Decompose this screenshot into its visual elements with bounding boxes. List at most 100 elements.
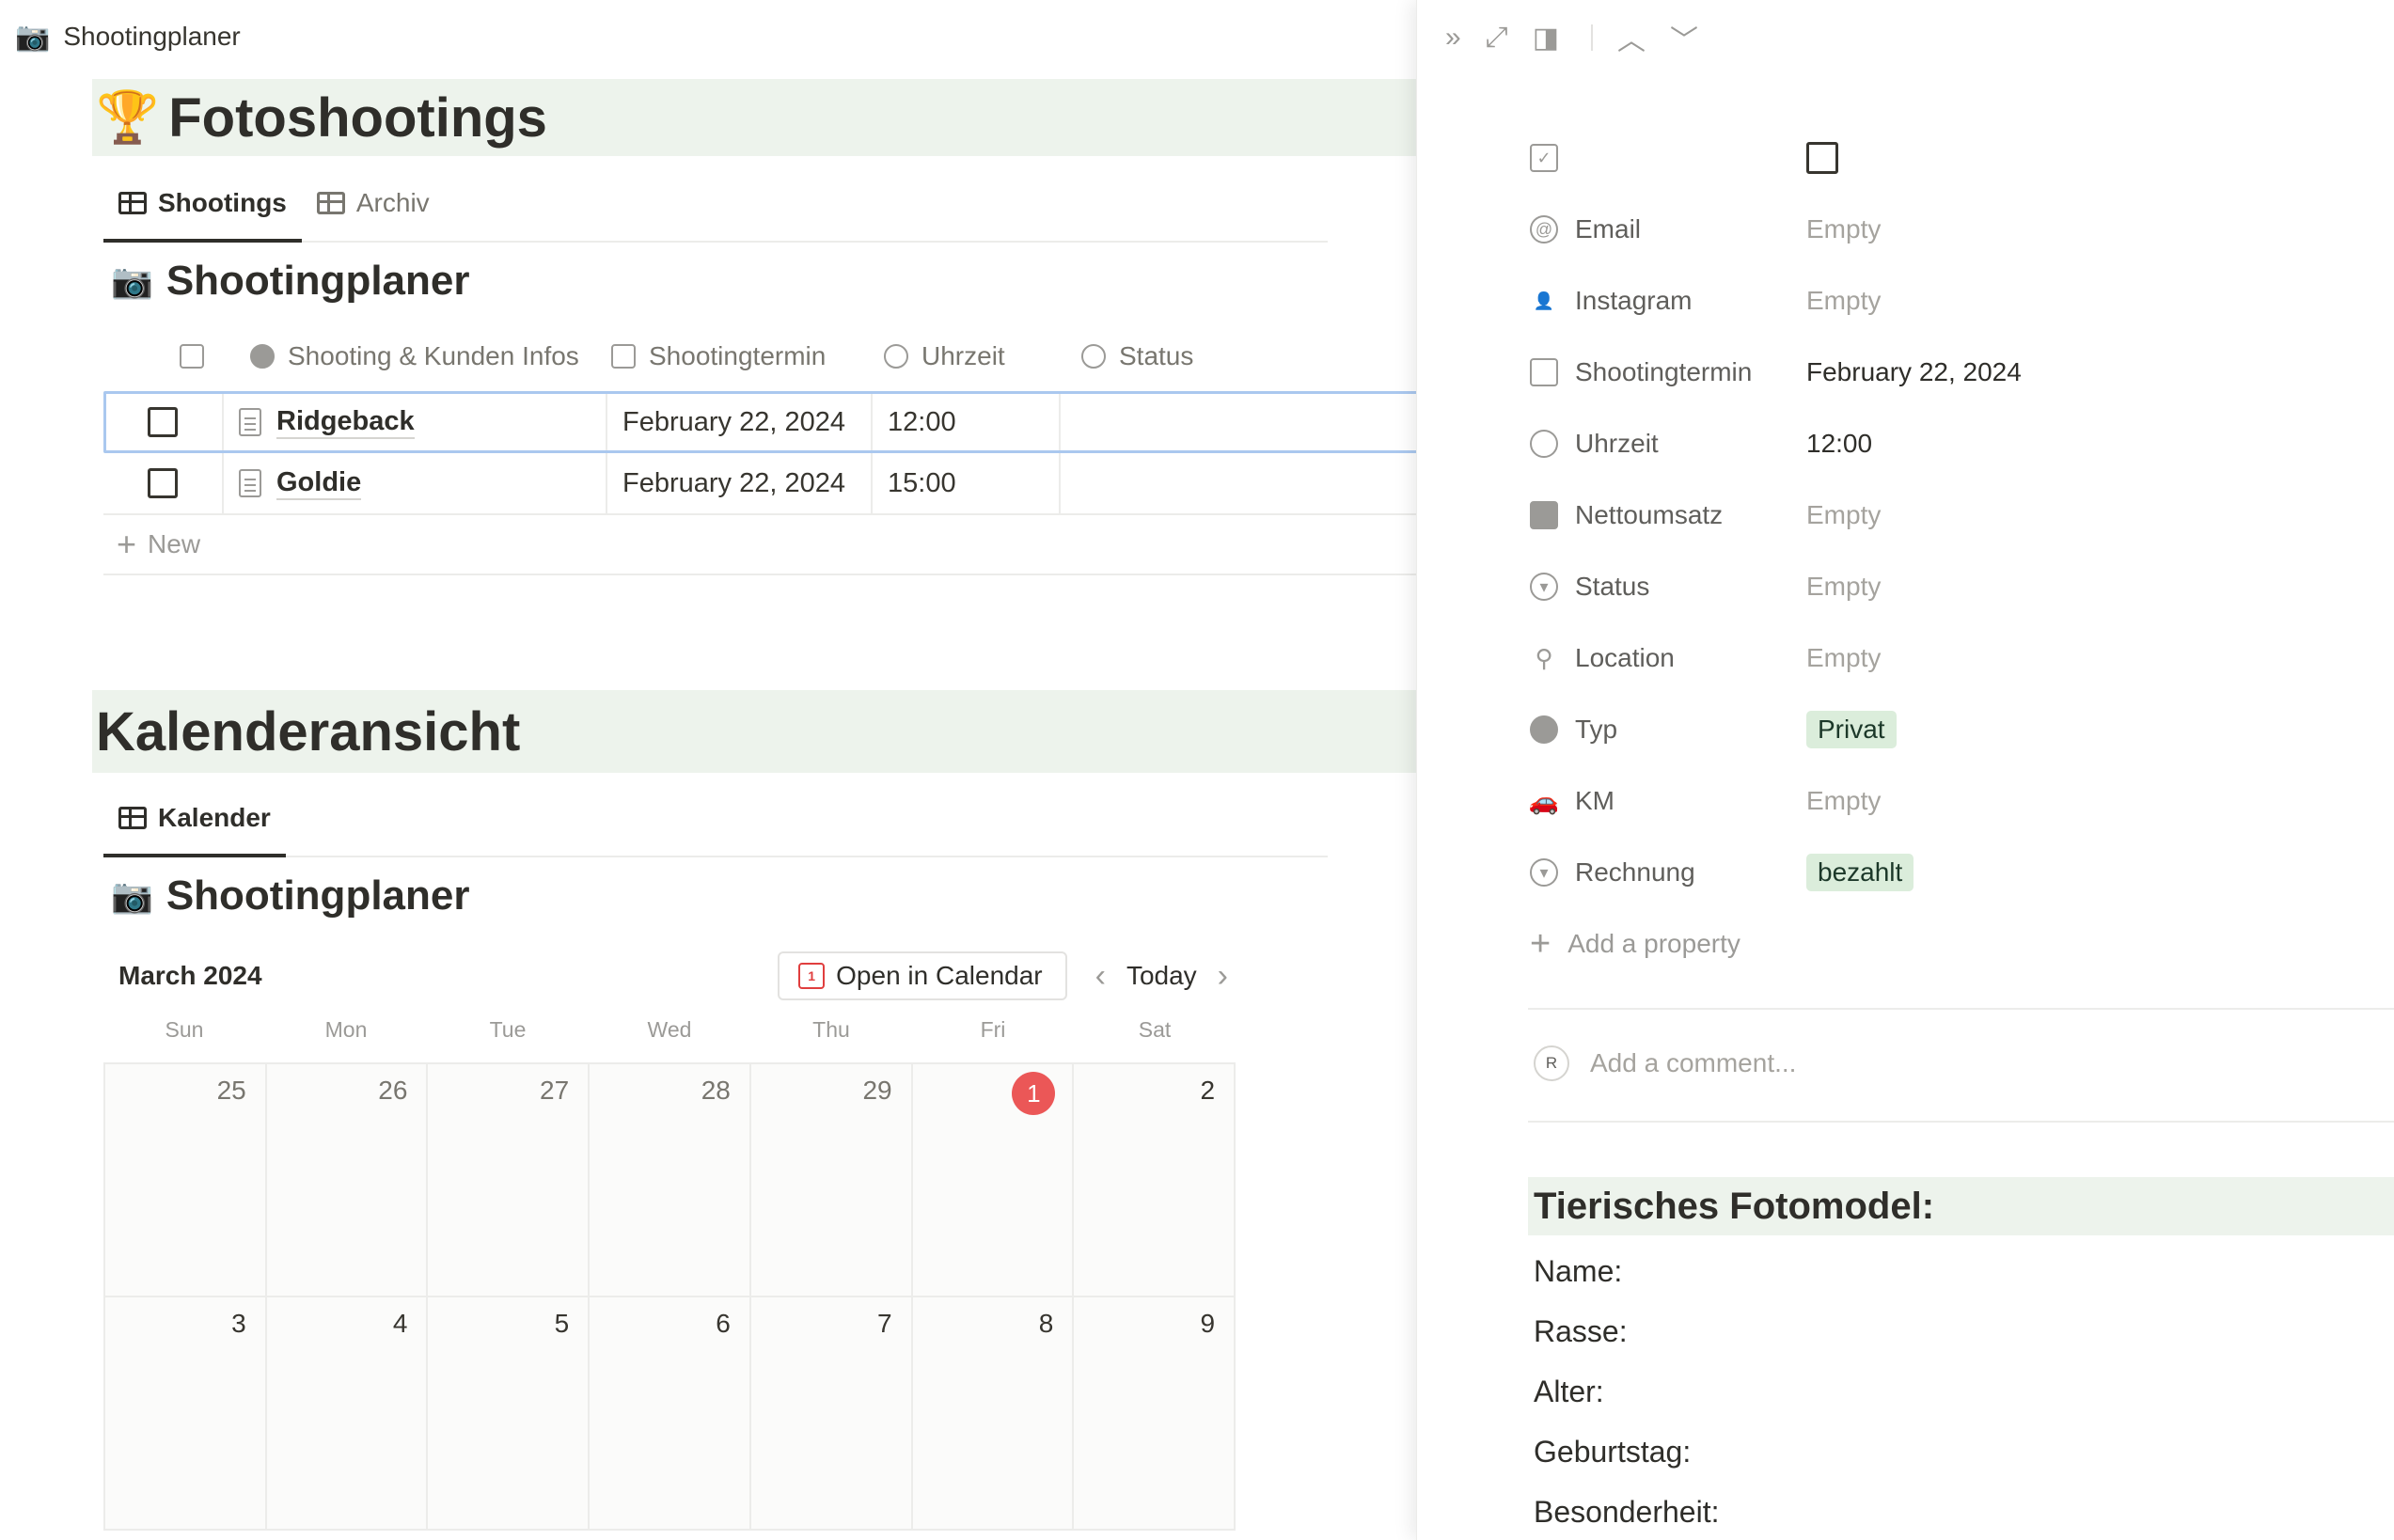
header-uhrzeit[interactable]: Uhrzeit: [873, 341, 1061, 371]
chevron-up-icon[interactable]: ︿: [1617, 17, 1646, 58]
header-shooting-infos[interactable]: Shooting & Kunden Infos: [224, 341, 607, 371]
property-value[interactable]: February 22, 2024: [1806, 357, 2022, 387]
page-breadcrumb-title[interactable]: Shootingplaner: [63, 22, 240, 52]
calendar-day[interactable]: 29: [750, 1064, 913, 1297]
day-number: 29: [862, 1076, 892, 1105]
toolbar-divider: [1591, 24, 1594, 51]
property-value[interactable]: Empty: [1806, 286, 1881, 316]
field-geburtstag[interactable]: Geburtstag:: [1534, 1422, 1719, 1482]
status-cell[interactable]: [1061, 453, 1416, 513]
property-uhrzeit[interactable]: Uhrzeit 12:00: [1530, 408, 2376, 479]
field-name[interactable]: Name:: [1534, 1241, 1719, 1301]
location-pin-icon: ⚲: [1535, 643, 1553, 672]
field-alter[interactable]: Alter:: [1534, 1361, 1719, 1422]
field-besonderheit[interactable]: Besonderheit:: [1534, 1482, 1719, 1540]
tab-archiv[interactable]: Archiv: [302, 165, 445, 241]
property-checkbox-value[interactable]: [1806, 142, 1838, 174]
row-name[interactable]: Goldie: [276, 467, 362, 500]
field-rasse[interactable]: Rasse:: [1534, 1301, 1719, 1361]
day-number: 8: [1038, 1309, 1054, 1338]
property-value[interactable]: Empty: [1806, 643, 1881, 673]
new-row-button[interactable]: + New: [103, 515, 1416, 575]
row-name[interactable]: Ridgeback: [276, 406, 415, 439]
side-peek-icon[interactable]: ◨: [1533, 22, 1559, 55]
money-icon: [1530, 501, 1558, 529]
calendar-day[interactable]: 3: [105, 1297, 267, 1531]
day-number: 25: [216, 1076, 246, 1105]
property-status[interactable]: ▾ Status Empty: [1530, 551, 2376, 622]
time-cell[interactable]: 12:00: [873, 393, 1061, 451]
calendar-day[interactable]: 27: [428, 1064, 591, 1297]
property-value[interactable]: 12:00: [1806, 429, 1872, 459]
day-number: 4: [392, 1309, 408, 1338]
plus-icon: +: [1530, 923, 1551, 964]
chevron-left-icon[interactable]: ‹: [1095, 958, 1106, 995]
open-in-calendar-button[interactable]: 1 Open in Calendar: [778, 951, 1067, 1000]
name-cell[interactable]: Goldie: [224, 453, 607, 513]
date-cell[interactable]: February 22, 2024: [607, 453, 873, 513]
calendar-day[interactable]: 5: [428, 1297, 591, 1531]
property-instagram[interactable]: 👤 Instagram Empty: [1530, 265, 2376, 337]
header-checkbox[interactable]: [103, 344, 224, 369]
calendar-day[interactable]: 26: [266, 1064, 429, 1297]
weekday-label: Wed: [647, 1017, 692, 1042]
property-shootingtermin[interactable]: Shootingtermin February 22, 2024: [1530, 337, 2376, 408]
rechnung-tag[interactable]: bezahlt: [1806, 854, 1914, 891]
typ-tag[interactable]: Privat: [1806, 711, 1897, 748]
property-value[interactable]: Empty: [1806, 214, 1881, 244]
property-checkbox[interactable]: ✓: [1530, 122, 2376, 194]
header-status[interactable]: Status: [1061, 341, 1416, 371]
main-content: 🏆 Fotoshootings Shootings Archiv 📷 Shoot…: [0, 73, 1416, 1540]
today-button[interactable]: Today: [1126, 961, 1197, 991]
property-nettoumsatz[interactable]: Nettoumsatz Empty: [1530, 479, 2376, 551]
calendar-day[interactable]: 2: [1074, 1064, 1236, 1297]
calendar-day[interactable]: 4: [266, 1297, 429, 1531]
header-shootingtermin[interactable]: Shootingtermin: [607, 341, 873, 371]
calendar-day[interactable]: 8: [912, 1297, 1075, 1531]
calendar-day[interactable]: 9: [1074, 1297, 1236, 1531]
add-property-button[interactable]: + Add a property: [1530, 908, 2376, 980]
property-value[interactable]: Empty: [1806, 786, 1881, 816]
time-cell[interactable]: 15:00: [873, 453, 1061, 513]
panel-toolbar: » ⤢ ◨ ︿ ﹀: [1445, 19, 1723, 56]
row-checkbox[interactable]: [148, 407, 178, 437]
today-badge: 1: [1012, 1072, 1056, 1115]
status-cell[interactable]: [1061, 393, 1416, 451]
calendar-day[interactable]: 28: [590, 1064, 751, 1297]
database-title[interactable]: 📷 Shootingplaner: [111, 258, 469, 305]
property-rechnung[interactable]: ▾ Rechnung bezahlt: [1530, 837, 2376, 908]
tab-shootings[interactable]: Shootings: [103, 165, 302, 243]
property-km[interactable]: 🚗 KM Empty: [1529, 765, 2376, 837]
date-cell[interactable]: February 22, 2024: [607, 393, 873, 451]
expand-icon[interactable]: ⤢: [1486, 22, 1508, 54]
page-icon: [239, 469, 261, 497]
calendar-day[interactable]: 6: [590, 1297, 751, 1531]
calendar-day[interactable]: 25: [105, 1064, 267, 1297]
property-value[interactable]: Empty: [1806, 572, 1881, 602]
property-email[interactable]: @ Email Empty: [1530, 194, 2376, 265]
checkbox-icon: [180, 344, 204, 369]
property-typ[interactable]: Typ Privat: [1530, 694, 2376, 765]
tab-kalender[interactable]: Kalender: [103, 780, 286, 857]
database-title[interactable]: 📷 Shootingplaner: [111, 872, 469, 919]
status-icon: [1081, 344, 1106, 369]
weekday-label: Thu: [812, 1017, 850, 1042]
comment-input[interactable]: R Add a comment...: [1534, 1045, 1796, 1081]
table-row[interactable]: Ridgeback February 22, 2024 12:00: [103, 391, 1416, 453]
calendar-day[interactable]: 7: [750, 1297, 913, 1531]
day-number: 7: [877, 1309, 892, 1338]
table-header: Shooting & Kunden Infos Shootingtermin U…: [103, 322, 1416, 391]
close-panel-icon[interactable]: »: [1445, 22, 1461, 54]
table-row[interactable]: Goldie February 22, 2024 15:00: [103, 453, 1416, 515]
calendar-day-today[interactable]: 1: [912, 1064, 1075, 1297]
view-tabs: Shootings Archiv: [103, 167, 1328, 243]
row-checkbox-cell: [103, 453, 224, 513]
chevron-down-icon[interactable]: ﹀: [1670, 17, 1698, 58]
row-checkbox[interactable]: [148, 468, 178, 498]
day-number: 5: [554, 1309, 570, 1338]
name-cell[interactable]: Ridgeback: [224, 393, 607, 451]
property-location[interactable]: ⚲ Location Empty: [1530, 622, 2376, 694]
property-value[interactable]: Empty: [1806, 500, 1881, 530]
chevron-right-icon[interactable]: ›: [1218, 958, 1228, 995]
tab-label: Kalender: [158, 803, 271, 832]
